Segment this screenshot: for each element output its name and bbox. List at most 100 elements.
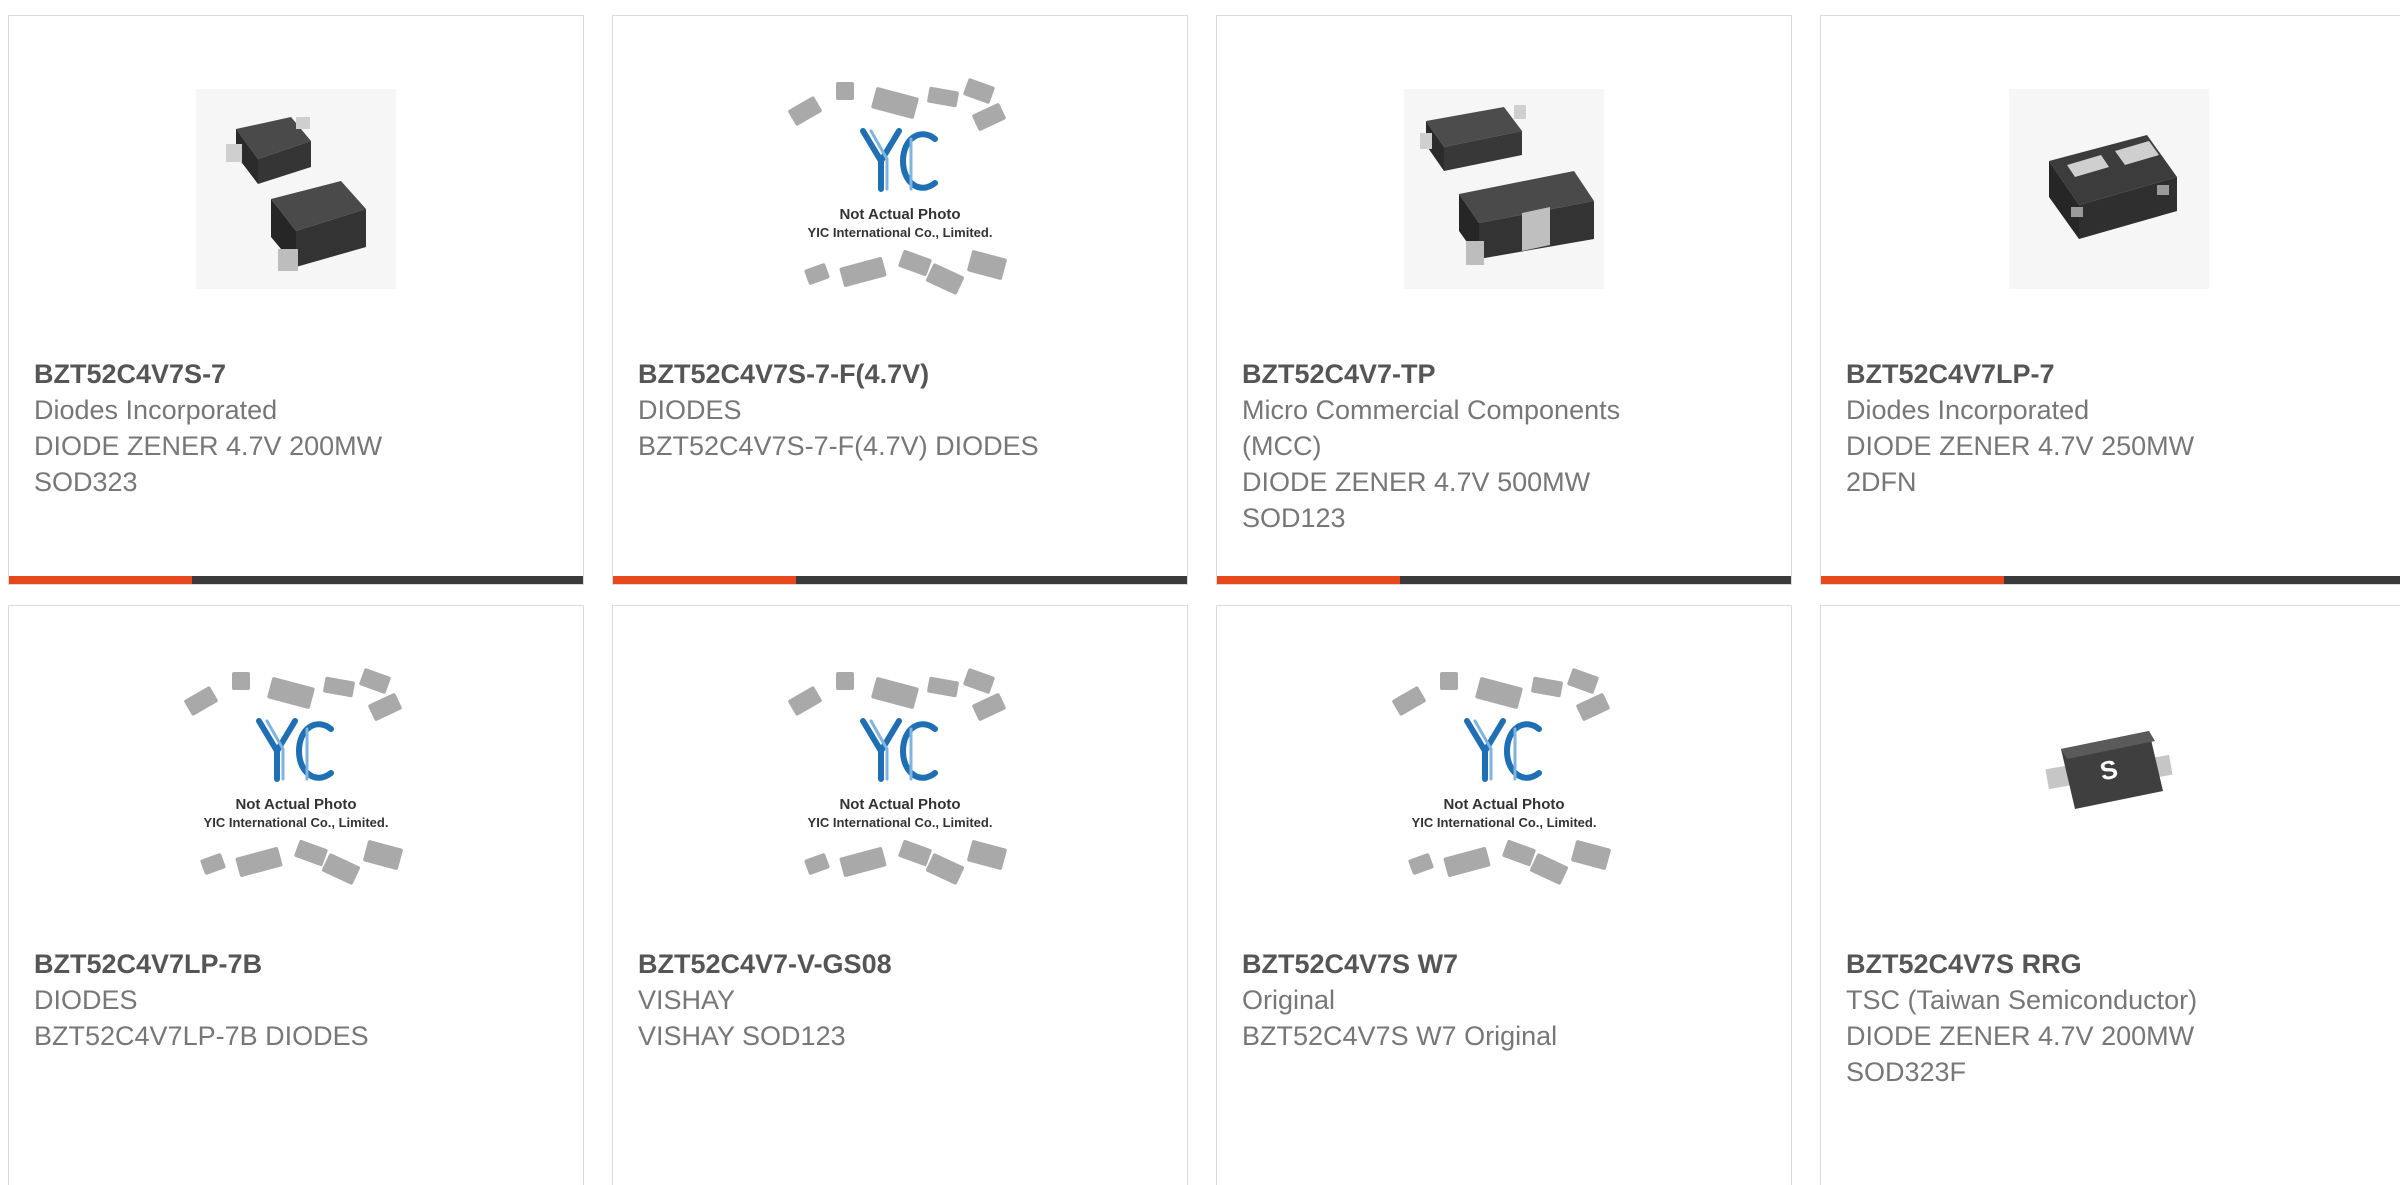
chip-shape <box>967 249 1007 280</box>
yic-placeholder-image: Not Actual Photo YIC International Co., L… <box>1392 667 1611 885</box>
chip-shape <box>871 676 919 709</box>
chip-shape <box>1531 676 1563 697</box>
chip-shape <box>963 667 995 694</box>
chip-shape <box>804 852 830 875</box>
product-image[interactable]: S <box>1821 606 2396 951</box>
card-accent-bar <box>1217 576 1400 584</box>
product-description: BZT52C4V7S-7-F(4.7V) DIODES <box>638 431 1039 461</box>
product-image[interactable]: Not Actual Photo YIC International Co., L… <box>1217 606 1791 951</box>
chip-shape <box>235 846 283 877</box>
chip-shape <box>1475 676 1523 709</box>
product-image[interactable]: Not Actual Photo YIC International Co., L… <box>9 606 583 951</box>
product-part-number[interactable]: BZT52C4V7LP-7B <box>34 946 563 982</box>
chip-shape <box>963 77 995 104</box>
sod323-diode-photo <box>196 88 396 289</box>
product-part-number[interactable]: BZT52C4V7-V-GS08 <box>638 946 1167 982</box>
product-manufacturer: Original <box>1242 985 1336 1015</box>
product-image[interactable]: Not Actual Photo YIC International Co., L… <box>613 16 1187 361</box>
product-manufacturer: Diodes Incorporated <box>1846 395 2090 425</box>
chip-shape <box>927 676 959 697</box>
product-description: DIODE ZENER 4.7V 500MW <box>1242 467 1591 497</box>
sod123-diode-photo <box>1404 88 1604 289</box>
chip-shape <box>1440 671 1458 690</box>
product-card[interactable]: Not Actual Photo YIC International Co., L… <box>612 605 1188 1185</box>
product-manufacturer: VISHAY <box>638 985 736 1015</box>
product-part-number[interactable]: BZT52C4V7S W7 <box>1242 946 1771 982</box>
placeholder-company: YIC International Co., Limited. <box>204 815 389 830</box>
yic-placeholder-image: Not Actual Photo YIC International Co., L… <box>788 77 1007 295</box>
product-package: SOD323 <box>34 467 138 497</box>
chip-shape <box>232 671 250 690</box>
product-part-number[interactable]: BZT52C4V7S-7 <box>34 356 563 392</box>
product-image[interactable] <box>1821 16 2396 361</box>
chip-shape <box>788 685 822 716</box>
placeholder-caption: Not Actual Photo <box>839 206 960 223</box>
yic-placeholder-image: Not Actual Photo YIC International Co., L… <box>184 667 403 885</box>
chip-shape <box>1502 839 1536 866</box>
product-card[interactable]: Not Actual Photo YIC International Co., L… <box>612 15 1188 585</box>
chip-shape <box>1392 685 1426 716</box>
placeholder-caption: Not Actual Photo <box>235 796 356 813</box>
placeholder-caption: Not Actual Photo <box>839 796 960 813</box>
chip-shape <box>967 839 1007 870</box>
product-card[interactable]: Not Actual Photo YIC International Co., L… <box>8 605 584 1185</box>
chip-shape <box>972 692 1006 721</box>
chip-shape <box>1530 852 1568 885</box>
product-card[interactable]: BZT52C4V7-TP Micro Commercial Components… <box>1216 15 1792 585</box>
chip-shape <box>926 262 964 295</box>
card-bottom-bar <box>1821 576 2400 584</box>
dfn-diode-photo <box>2008 88 2209 289</box>
card-bottom-bar <box>1217 576 1791 584</box>
product-manufacturer: DIODES <box>34 985 138 1015</box>
chip-shape <box>898 839 932 866</box>
product-card[interactable]: Not Actual Photo YIC International Co., L… <box>1216 605 1792 1185</box>
product-image[interactable] <box>9 16 583 361</box>
product-manufacturer: Diodes Incorporated <box>34 395 278 425</box>
product-card[interactable]: S BZT52C4V7S RRG TSC (Taiwan Semiconduct… <box>1820 605 2400 1185</box>
chip-shape <box>788 95 822 126</box>
yic-placeholder-image: Not Actual Photo YIC International Co., L… <box>788 667 1007 885</box>
chip-shape <box>184 685 218 716</box>
sod323f-diode-photo: S <box>2008 678 2209 879</box>
yic-logo <box>860 717 938 782</box>
chip-shape <box>839 256 887 287</box>
product-part-number[interactable]: BZT52C4V7-TP <box>1242 356 1771 392</box>
chip-shape <box>1443 846 1491 877</box>
chip-shape <box>926 852 964 885</box>
placeholder-caption: Not Actual Photo <box>1443 796 1564 813</box>
chip-shape <box>972 102 1006 131</box>
yic-logo <box>1464 717 1542 782</box>
placeholder-company: YIC International Co., Limited. <box>1412 815 1597 830</box>
chip-shape <box>1576 692 1610 721</box>
card-bottom-bar <box>613 576 1187 584</box>
chip-shape <box>898 249 932 276</box>
product-image[interactable]: Not Actual Photo YIC International Co., L… <box>613 606 1187 951</box>
chip-shape <box>836 671 854 690</box>
product-description: BZT52C4V7S W7 Original <box>1242 1021 1558 1051</box>
chip-shape <box>927 86 959 107</box>
product-image[interactable] <box>1217 16 1791 361</box>
product-package: SOD323F <box>1846 1057 1967 1087</box>
chip-shape <box>1408 852 1434 875</box>
placeholder-company: YIC International Co., Limited. <box>808 225 993 240</box>
product-card[interactable]: BZT52C4V7LP-7 Diodes Incorporated DIODE … <box>1820 15 2400 585</box>
product-part-number[interactable]: BZT52C4V7S-7-F(4.7V) <box>638 356 1167 392</box>
chip-shape <box>871 86 919 119</box>
card-bottom-bar <box>9 576 583 584</box>
card-accent-bar <box>9 576 192 584</box>
chip-shape <box>368 692 402 721</box>
product-description: BZT52C4V7LP-7B DIODES <box>34 1021 369 1051</box>
product-card[interactable]: BZT52C4V7S-7 Diodes Incorporated DIODE Z… <box>8 15 584 585</box>
product-description: VISHAY SOD123 <box>638 1021 846 1051</box>
product-package: SOD123 <box>1242 503 1346 533</box>
product-part-number[interactable]: BZT52C4V7LP-7 <box>1846 356 2390 392</box>
product-part-number[interactable]: BZT52C4V7S RRG <box>1846 946 2390 982</box>
yic-logo <box>860 127 938 192</box>
card-accent-bar <box>1821 576 2004 584</box>
chip-shape <box>294 839 328 866</box>
card-accent-bar <box>613 576 796 584</box>
chip-shape <box>804 262 830 285</box>
product-manufacturer: Micro Commercial Components <box>1242 395 1621 425</box>
chip-shape <box>836 81 854 100</box>
chip-shape <box>200 852 226 875</box>
